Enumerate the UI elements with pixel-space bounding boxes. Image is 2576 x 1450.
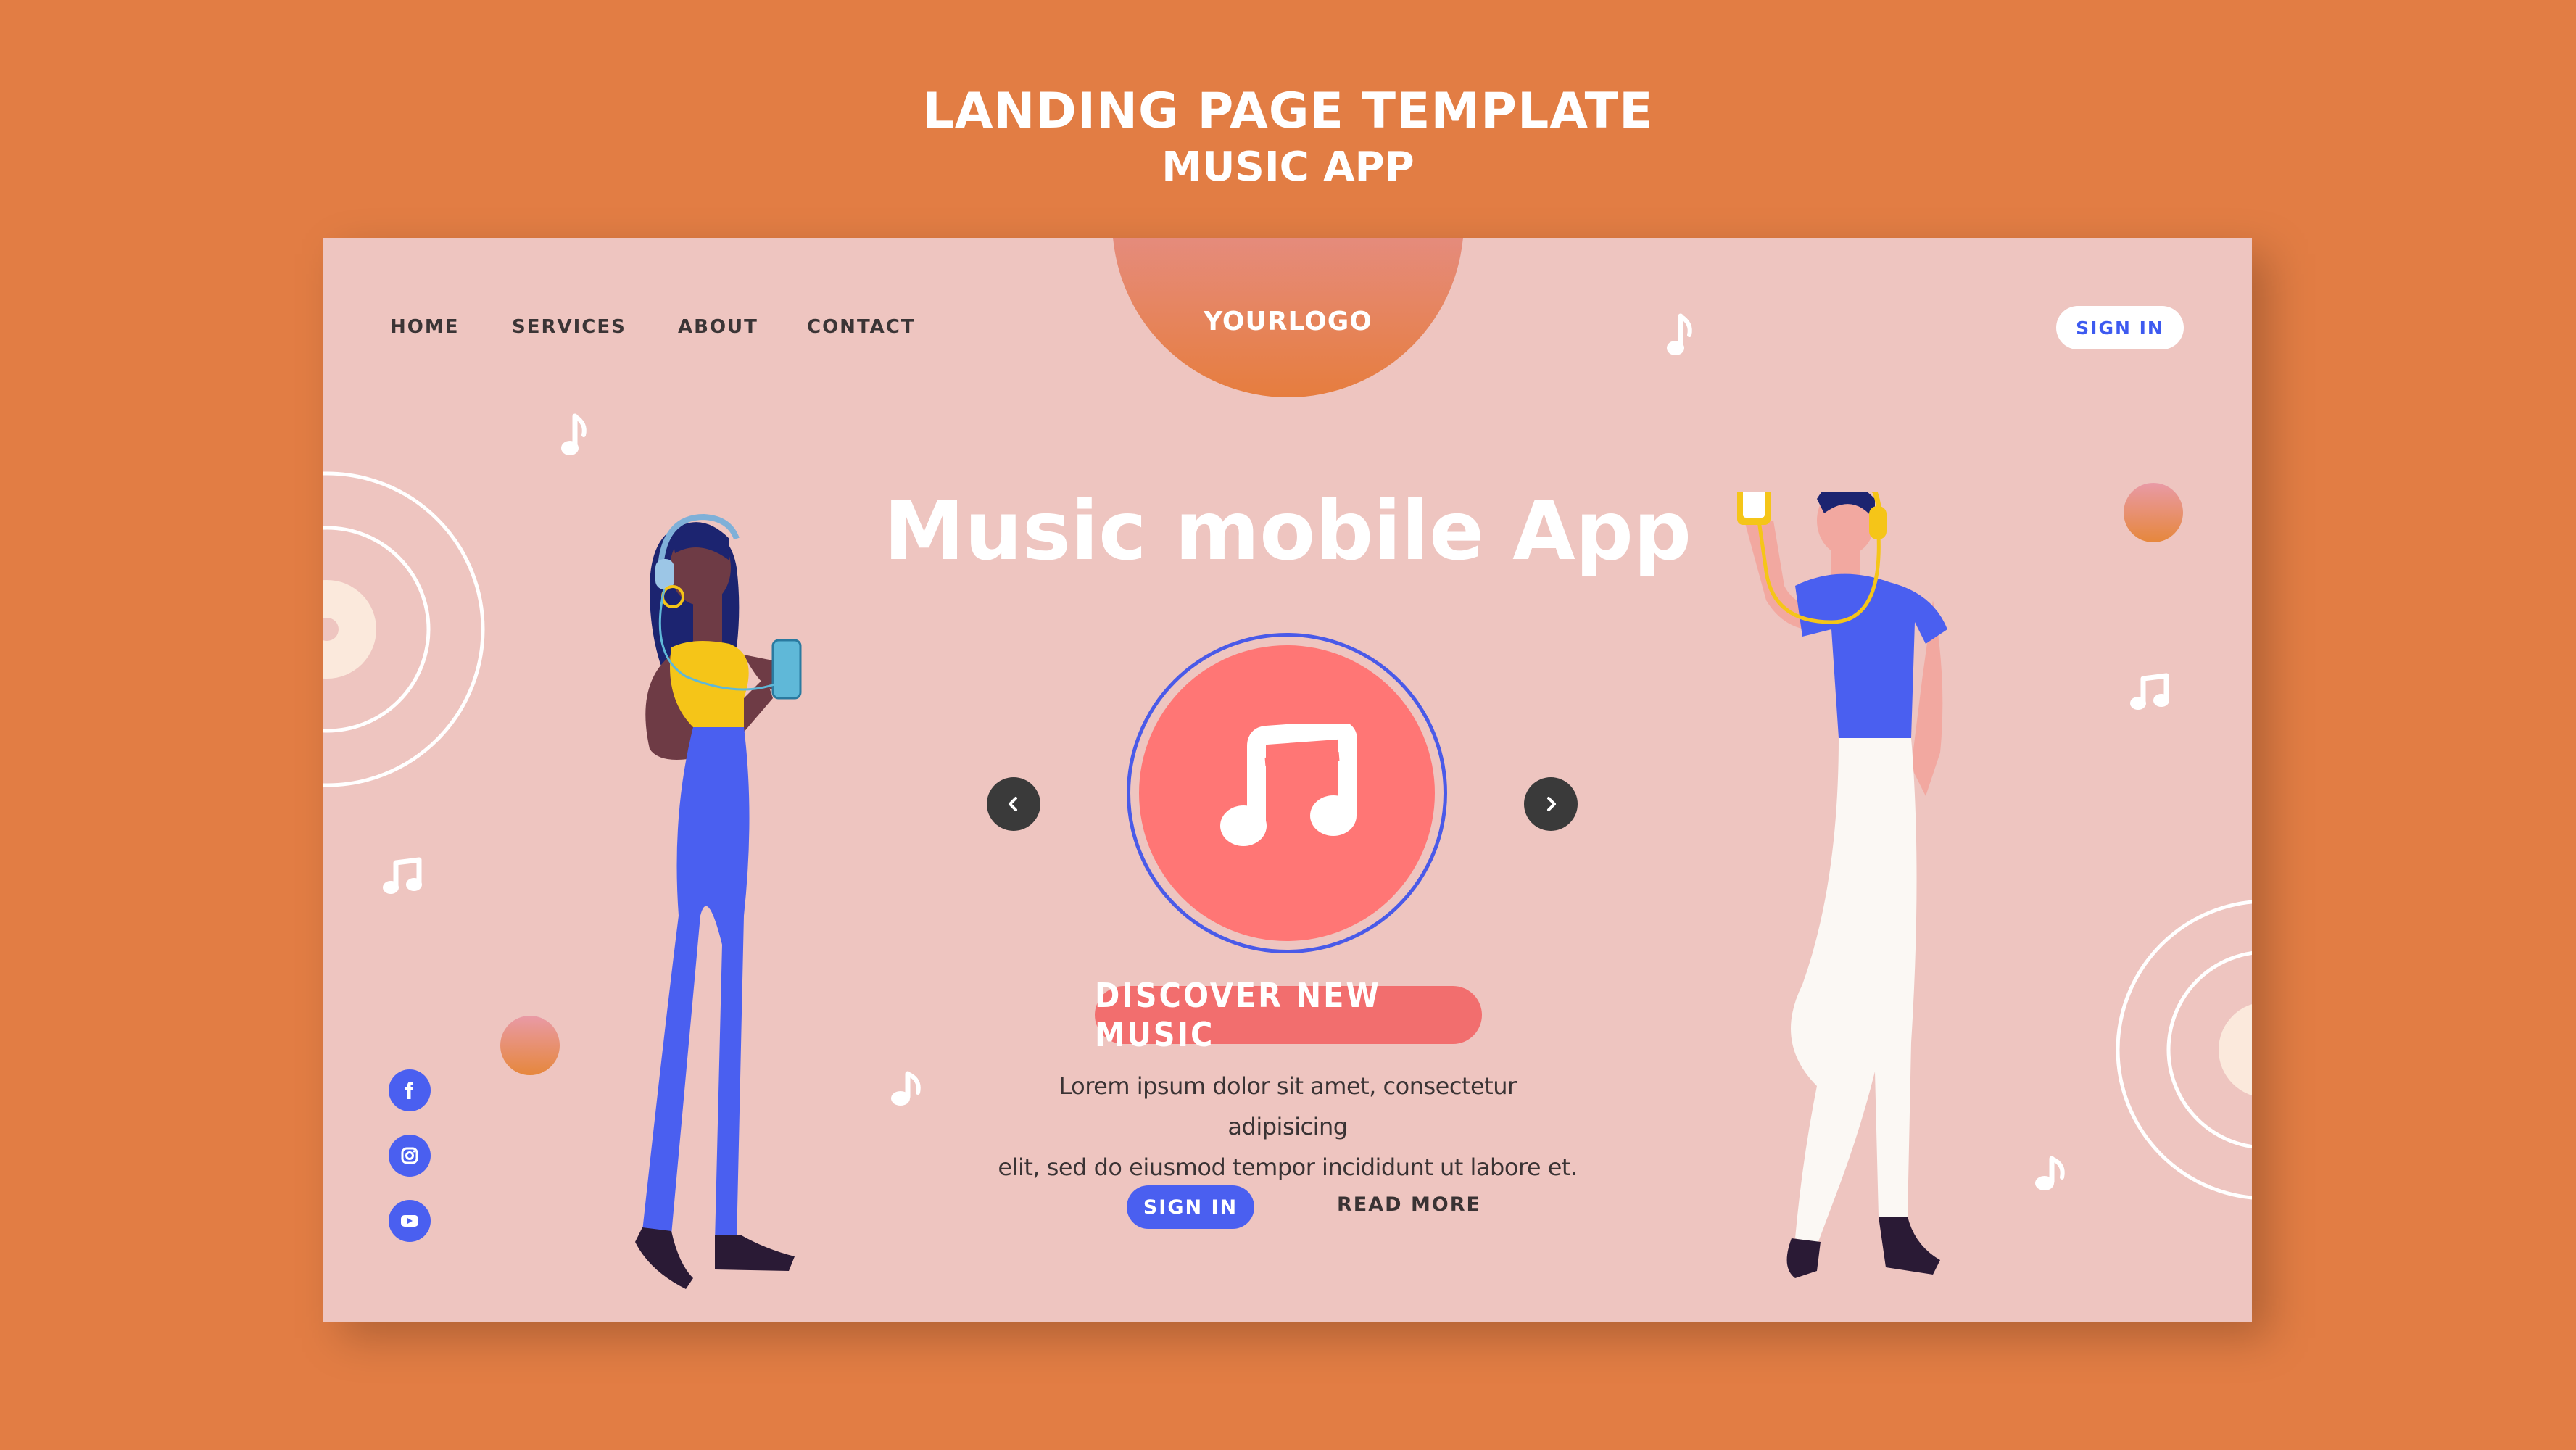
hero-description: Lorem ipsum dolor sit amet, consectetur … — [998, 1066, 1578, 1188]
nav-services[interactable]: SERVICES — [512, 316, 626, 338]
youtube-icon — [401, 1215, 418, 1227]
woman-with-headphones-illustration — [635, 513, 802, 1289]
logo[interactable]: YOURLOGO — [1112, 307, 1464, 336]
music-disc — [1139, 645, 1435, 941]
hero-signin-button[interactable]: SIGN IN — [1127, 1185, 1254, 1229]
nav-home[interactable]: HOME — [390, 316, 460, 338]
chevron-left-icon — [1009, 797, 1017, 811]
read-more-link[interactable]: READ MORE — [1337, 1193, 1481, 1216]
facebook-icon — [405, 1082, 413, 1099]
facebook-button[interactable] — [389, 1069, 431, 1111]
nav-about[interactable]: ABOUT — [678, 316, 758, 338]
music-note-icon — [1220, 724, 1357, 846]
instagram-icon — [401, 1147, 418, 1164]
showcase-subheading: MUSIC APP — [1161, 144, 1415, 191]
chevron-right-icon — [1547, 797, 1556, 811]
hero-description-line: Lorem ipsum dolor sit amet, consectetur … — [1059, 1072, 1517, 1140]
landing-page: YOURLOGO HOME SERVICES ABOUT CONTACT SIG… — [323, 238, 2252, 1322]
carousel-next-button[interactable] — [1524, 777, 1578, 831]
nav-contact[interactable]: CONTACT — [807, 316, 916, 338]
music-note-icon — [561, 413, 587, 455]
youtube-button[interactable] — [389, 1200, 431, 1242]
double-music-note-icon — [383, 857, 422, 894]
music-note-icon — [891, 1071, 921, 1106]
man-with-headphones-illustration — [1737, 492, 1947, 1278]
music-app-icon — [1127, 633, 1447, 953]
carousel-prev-button[interactable] — [987, 777, 1040, 831]
hero-description-line: elit, sed do eiusmod tempor incididunt u… — [998, 1153, 1578, 1181]
instagram-button[interactable] — [389, 1135, 431, 1177]
header-signin-button[interactable]: SIGN IN — [2056, 306, 2184, 349]
gradient-ball — [500, 1016, 560, 1075]
double-music-note-icon — [2130, 673, 2169, 710]
showcase-title: LANDING PAGE TEMPLATE MUSIC APP — [0, 81, 2576, 193]
showcase-heading: LANDING PAGE TEMPLATE — [922, 83, 1654, 140]
music-note-icon — [1667, 313, 1692, 355]
vinyl-decoration-right — [2116, 900, 2252, 1200]
music-note-icon — [2035, 1156, 2065, 1190]
discover-badge[interactable]: DISCOVER NEW MUSIC — [1095, 976, 1482, 1054]
